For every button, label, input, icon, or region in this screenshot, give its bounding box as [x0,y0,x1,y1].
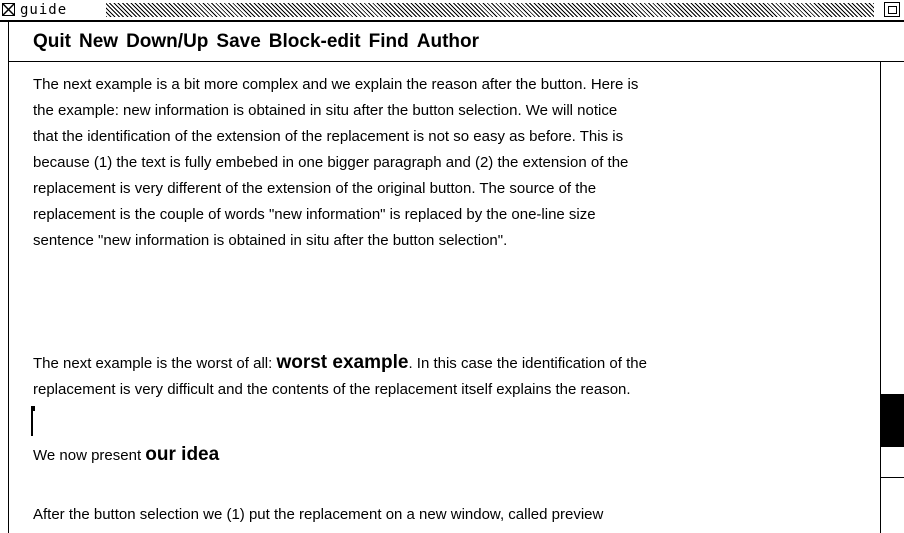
window-titlebar[interactable]: guide [0,0,904,22]
menu-bar: Quit New Down/Up Save Block-edit Find Au… [8,22,904,62]
text-line: replacement is very difficult and the co… [33,381,631,398]
paragraph-1: The next example is a bit more complex a… [33,72,638,254]
text-line: The next example is a bit more complex a… [33,76,639,93]
scrollbar-thumb[interactable] [881,394,904,447]
text-line: the example: new information is obtained… [33,102,618,119]
our-idea-button[interactable]: our idea [145,444,219,465]
scrollbar-marker [881,477,904,478]
text-line: that the identification of the extension… [33,128,624,145]
titlebar-hatch-pattern [106,3,874,17]
text-line: We now present our idea [33,442,219,469]
menu-new[interactable]: New [79,31,118,53]
paragraph-2: The next example is the worst of all: wo… [33,350,647,403]
window-title: guide [20,2,72,18]
menu-down-up[interactable]: Down/Up [126,31,208,53]
text-line: because (1) the text is fully embebed in… [33,154,629,171]
paragraph-4: After the button selection we (1) put th… [33,502,603,528]
close-icon[interactable] [2,3,15,16]
menu-quit[interactable]: Quit [33,31,71,53]
text-cursor [31,406,35,436]
close-x-glyph [3,4,14,15]
text-fragment: The next example is the worst of all: [33,355,277,372]
vertical-scrollbar[interactable] [880,62,904,533]
document-text-area[interactable]: The next example is a bit more complex a… [8,62,880,533]
text-line: sentence "new information is obtained in… [33,232,508,249]
text-line: After the button selection we (1) put th… [33,506,604,523]
paragraph-3: We now present our idea [33,442,219,469]
worst-example-button[interactable]: worst example [276,352,408,373]
menu-block-edit[interactable]: Block-edit [269,31,361,53]
text-line: The next example is the worst of all: wo… [33,350,647,377]
menu-find[interactable]: Find [369,31,409,53]
text-line: replacement is very different of the ext… [33,180,597,197]
menu-author[interactable]: Author [417,31,479,53]
text-line: replacement is the couple of words "new … [33,206,596,223]
text-fragment: . In this case the identification of the [408,355,647,372]
text-fragment: We now present [33,447,146,464]
maximize-icon[interactable] [884,2,900,17]
menu-save[interactable]: Save [216,31,260,53]
